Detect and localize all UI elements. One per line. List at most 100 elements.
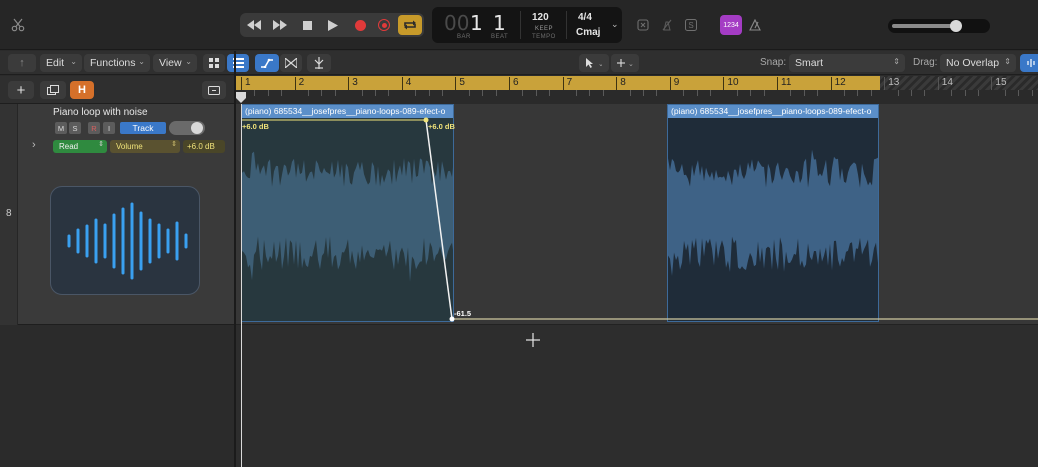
position-bar: 1 bbox=[470, 11, 483, 35]
chevron-updown-icon: ⇕ bbox=[893, 57, 900, 66]
ruler-bar-number: 15 bbox=[991, 77, 1007, 90]
flex-icon[interactable] bbox=[280, 54, 302, 72]
track-lane[interactable]: (piano) 685534__josefpres__piano-loops-0… bbox=[236, 104, 1038, 325]
tracks-workspace[interactable]: (piano) 685534__josefpres__piano-loops-0… bbox=[236, 104, 1038, 467]
ruler-tick bbox=[951, 90, 953, 96]
view-menu[interactable]: View ⌄ bbox=[153, 54, 197, 72]
scissors-icon[interactable] bbox=[6, 13, 30, 37]
ruler-inactive-area bbox=[880, 76, 1038, 90]
fast-forward-icon[interactable] bbox=[270, 15, 290, 35]
waveform-zoom-icon[interactable] bbox=[1020, 54, 1038, 72]
pointer-tool[interactable]: ⌄ bbox=[579, 54, 609, 72]
ruler-tick bbox=[415, 90, 417, 96]
back-arrow-icon[interactable]: ↑ bbox=[8, 54, 36, 72]
volume-knob[interactable] bbox=[950, 20, 962, 32]
svg-text:⌄: ⌄ bbox=[628, 60, 633, 68]
ruler-tick bbox=[308, 90, 309, 96]
metronome-mute-icon[interactable] bbox=[658, 15, 676, 35]
chevron-down-icon[interactable]: ⌄ bbox=[611, 19, 619, 30]
chevron-right-icon[interactable]: › bbox=[32, 139, 36, 151]
beat-label: BEAT bbox=[491, 34, 509, 40]
functions-menu[interactable]: Functions ⌄ bbox=[84, 54, 150, 72]
lcd-display[interactable]: 00 1 1 BAR BEAT 120 KEEP TEMPO 4/4 Cmaj … bbox=[432, 7, 622, 43]
ruler-tick bbox=[911, 90, 912, 96]
marquee-tool[interactable]: ⌄ bbox=[611, 54, 639, 72]
stop-icon[interactable] bbox=[297, 15, 317, 35]
list-view-icon[interactable] bbox=[227, 54, 249, 72]
lcd-separator bbox=[520, 11, 521, 39]
ruler-tick bbox=[321, 90, 323, 96]
snap-select[interactable]: Smart ⇕ bbox=[789, 54, 905, 72]
capture-record-icon[interactable] bbox=[374, 15, 394, 35]
tempo-label: TEMPO bbox=[532, 34, 556, 40]
automation-curve[interactable] bbox=[236, 104, 1038, 325]
record-enable-button[interactable]: R bbox=[88, 122, 100, 134]
playhead-icon[interactable] bbox=[236, 91, 246, 103]
ruler-tick bbox=[790, 90, 792, 96]
ruler-tick bbox=[964, 90, 966, 96]
empty-track-area[interactable] bbox=[0, 325, 236, 467]
track-icon[interactable] bbox=[50, 186, 200, 295]
play-icon[interactable] bbox=[323, 15, 343, 35]
track-number-column: 8 bbox=[0, 104, 18, 325]
svg-text:⌄: ⌄ bbox=[598, 60, 602, 68]
crosshair-cursor-icon bbox=[526, 333, 540, 347]
edit-menu-label: Edit bbox=[46, 57, 65, 69]
drag-label: Drag: bbox=[913, 57, 938, 68]
automation-parameter-value: Volume bbox=[116, 142, 143, 151]
drag-value: No Overlap bbox=[946, 57, 1000, 69]
duplicate-track-icon[interactable] bbox=[40, 81, 66, 99]
automation-end-label: -61.5 bbox=[454, 309, 472, 318]
catch-icon[interactable] bbox=[307, 54, 331, 72]
track-header[interactable]: Piano loop with noise M S R I Track › Re… bbox=[0, 104, 236, 325]
ruler-tick bbox=[924, 90, 926, 96]
automation-parameter-select[interactable]: Volume ⇕ bbox=[110, 140, 180, 153]
ruler-tick bbox=[482, 90, 484, 96]
ruler-tick bbox=[1031, 90, 1033, 96]
chevron-updown-icon: ⇕ bbox=[1004, 57, 1011, 66]
mute-button[interactable]: M bbox=[55, 122, 67, 134]
ruler-tick bbox=[442, 90, 443, 96]
lcd-separator bbox=[566, 11, 567, 39]
metronome-icon[interactable] bbox=[746, 15, 764, 35]
playhead-line[interactable] bbox=[241, 104, 242, 467]
waveform-icon bbox=[67, 202, 188, 280]
ruler-bar-number: 12 bbox=[830, 77, 846, 90]
automation-value-field[interactable]: +6.0 dB bbox=[183, 140, 225, 153]
ruler-tick bbox=[549, 90, 551, 96]
master-volume-slider[interactable] bbox=[888, 19, 990, 33]
input-monitor-button[interactable]: I bbox=[103, 122, 115, 134]
automation-mode-select[interactable]: Read ⇕ bbox=[53, 140, 107, 153]
count-in-icon[interactable]: 1234 bbox=[720, 15, 742, 35]
folder-icon[interactable] bbox=[202, 81, 226, 99]
automation-icon[interactable] bbox=[255, 54, 279, 72]
ruler-tick bbox=[803, 90, 805, 96]
cycle-icon[interactable] bbox=[398, 15, 422, 35]
bar-label: BAR bbox=[457, 34, 471, 40]
global-tracks-button[interactable]: H bbox=[70, 81, 94, 99]
add-track-icon[interactable]: + bbox=[8, 81, 34, 99]
automation-peak-label: +6.0 dB bbox=[428, 122, 455, 131]
track-button[interactable]: Track bbox=[120, 122, 166, 134]
ruler-tick bbox=[817, 90, 819, 96]
track-on-toggle[interactable] bbox=[169, 121, 205, 135]
chevron-down-icon: ⌄ bbox=[138, 57, 145, 66]
svg-text:S: S bbox=[688, 21, 693, 30]
record-icon[interactable] bbox=[350, 15, 370, 35]
bar-ruler[interactable]: 1 2 3 4 5 6 7 8 9 10 11 12 13 14 15 bbox=[236, 76, 1038, 104]
ruler-bar-number: 14 bbox=[937, 77, 953, 90]
solo-icon[interactable]: S bbox=[682, 15, 700, 35]
edit-menu[interactable]: Edit ⌄ bbox=[40, 54, 82, 72]
ruler-bar-number: 11 bbox=[777, 77, 791, 90]
ruler-tick bbox=[897, 90, 899, 96]
ruler-tick bbox=[254, 90, 256, 96]
drag-select[interactable]: No Overlap ⇕ bbox=[940, 54, 1016, 72]
track-name[interactable]: Piano loop with noise bbox=[53, 107, 148, 118]
ruler-tick bbox=[388, 90, 390, 96]
ruler-tick bbox=[736, 90, 738, 96]
automation-start-label: +6.0 dB bbox=[242, 122, 269, 131]
rewind-icon[interactable] bbox=[244, 15, 264, 35]
tuner-icon[interactable] bbox=[634, 15, 652, 35]
solo-button[interactable]: S bbox=[69, 122, 81, 134]
grid-view-icon[interactable] bbox=[203, 54, 225, 72]
